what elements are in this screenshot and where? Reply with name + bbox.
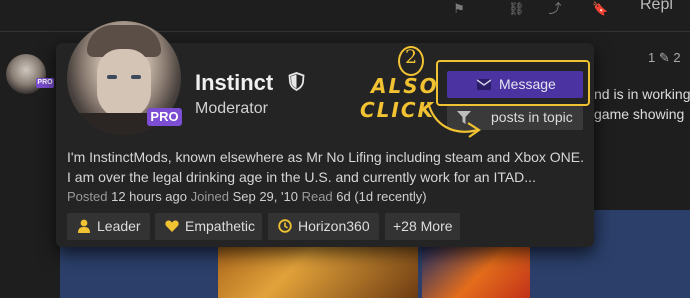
heart-icon <box>165 220 179 232</box>
post-image-thumbnail <box>422 242 530 298</box>
post-avatar[interactable] <box>6 54 46 94</box>
joined-value: Sep 29, '10 <box>232 189 298 204</box>
badge-empathetic-label: Empathetic <box>185 218 256 234</box>
avatar-eye-right <box>131 75 141 79</box>
post-body-fragment-1: nd is in working <box>594 86 690 102</box>
clock-icon <box>278 219 292 233</box>
badge-leader[interactable]: Leader <box>67 213 150 240</box>
filter-posts-label: posts in topic <box>491 109 573 125</box>
posted-value[interactable]: 12 hours ago <box>111 189 187 204</box>
more-badges-label: +28 More <box>393 218 453 234</box>
posted-label: Posted <box>67 189 108 204</box>
post-edit-counter[interactable]: 1 ✎ 2 <box>648 50 681 66</box>
post-pro-badge: PRO <box>36 78 54 88</box>
post-body-fragment-2: game showing <box>594 106 685 122</box>
badge-empathetic[interactable]: Empathetic <box>155 213 262 240</box>
reply-button[interactable]: Repl <box>640 0 673 14</box>
bookmark-icon[interactable]: 🔖 <box>592 2 608 16</box>
avatar-eye-left <box>107 75 117 79</box>
avatar-face <box>97 49 151 119</box>
badge-leader-label: Leader <box>97 218 141 234</box>
annotation-number: 2 <box>405 46 418 68</box>
badge-horizon360[interactable]: Horizon360 <box>268 213 379 240</box>
user-icon <box>78 219 90 233</box>
annotation-also: ALSO <box>371 74 439 98</box>
pro-badge: PRO <box>147 108 182 126</box>
shield-icon <box>288 72 305 91</box>
user-name[interactable]: Instinct <box>195 70 273 96</box>
badge-horizon360-label: Horizon360 <box>298 218 370 234</box>
user-bio: I'm InstinctMods, known elsewhere as Mr … <box>67 147 587 187</box>
joined-label: Joined <box>190 189 229 204</box>
post-image-boxart <box>218 240 418 298</box>
flag-icon[interactable]: ⚑ <box>452 2 466 16</box>
read-label: Read <box>301 189 333 204</box>
bio-line-1: I'm InstinctMods, known elsewhere as Mr … <box>67 149 585 165</box>
share-icon[interactable]: ⤴ <box>548 2 562 16</box>
read-value: 6d (1d recently) <box>336 189 427 204</box>
user-title: Moderator <box>195 100 268 117</box>
link-icon[interactable]: ⛓ <box>508 2 525 16</box>
more-badges-button[interactable]: +28 More <box>385 213 460 240</box>
annotation-arrow <box>426 101 481 138</box>
user-stats: Posted 12 hours ago Joined Sep 29, '10 R… <box>67 189 427 204</box>
bio-line-2: I am over the legal drinking age in the … <box>67 169 536 185</box>
